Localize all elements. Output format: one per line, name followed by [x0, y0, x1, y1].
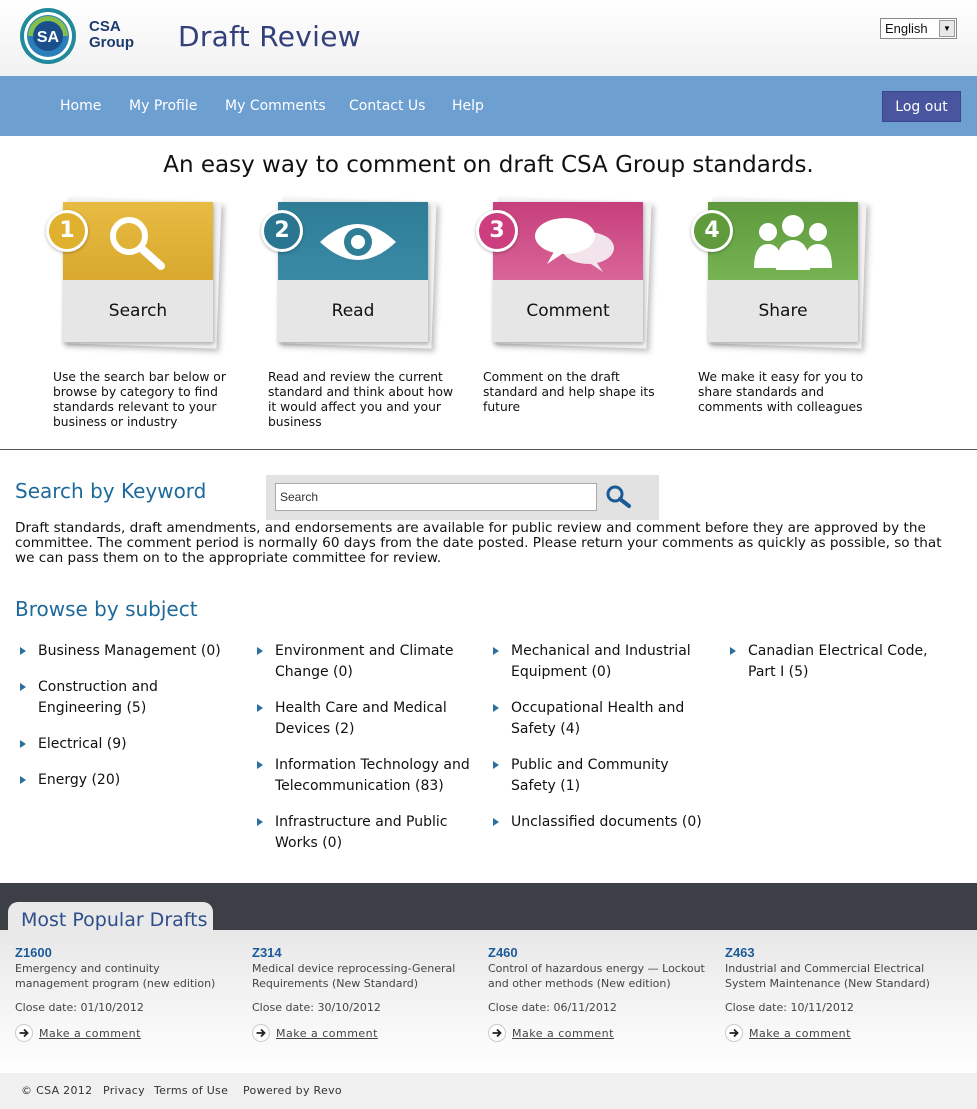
speech-bubbles-icon	[535, 218, 614, 272]
step-comment[interactable]: Comment 3 Comment on the draft standard …	[476, 197, 658, 438]
draft-code[interactable]: Z463	[725, 945, 945, 960]
draft-close-date: Close date: 30/10/2012	[252, 1001, 381, 1014]
step-read[interactable]: Read 2 Read and review the current stand…	[261, 197, 453, 438]
subject-link[interactable]: Unclassified documents (0)	[488, 812, 723, 833]
draft-item: Z1600 Emergency and continuity managemen…	[15, 945, 235, 1042]
footer-copyright: © CSA 2012	[21, 1084, 93, 1097]
search-icon	[606, 485, 631, 508]
nav-help[interactable]: Help	[452, 98, 484, 114]
make-comment-label[interactable]: Make a comment	[512, 1027, 614, 1040]
search-box: Search	[266, 475, 659, 520]
draft-close-date: Close date: 01/10/2012	[15, 1001, 144, 1014]
magnifier-icon	[110, 217, 165, 270]
footer-powered-by[interactable]: Powered by Revo	[243, 1084, 342, 1097]
draft-code[interactable]: Z1600	[15, 945, 235, 960]
subject-link[interactable]: Business Management (0)	[15, 641, 245, 662]
subject-link[interactable]: Canadian Electrical Code, Part I (5)	[725, 641, 940, 683]
draft-item: Z463 Industrial and Commercial Electrica…	[725, 945, 945, 1042]
main-nav: Home My Profile My Comments Contact Us H…	[0, 76, 977, 136]
draft-close-date: Close date: 10/11/2012	[725, 1001, 854, 1014]
subject-link[interactable]: Environment and Climate Change (0)	[252, 641, 467, 683]
subject-link[interactable]: Occupational Health and Safety (4)	[488, 698, 703, 740]
step-label: Read	[331, 301, 375, 321]
nav-my-profile[interactable]: My Profile	[129, 98, 197, 114]
step-card-top	[493, 202, 643, 280]
language-select[interactable]: English ▼	[880, 18, 957, 39]
subject-link[interactable]: Construction and Engineering (5)	[15, 677, 195, 719]
step-card-top	[708, 202, 858, 280]
nav-my-comments[interactable]: My Comments	[225, 98, 326, 114]
arrow-right-icon	[725, 1024, 743, 1042]
subject-link[interactable]: Public and Community Safety (1)	[488, 755, 703, 797]
draft-description: Emergency and continuity management prog…	[15, 962, 216, 990]
popular-heading: Most Popular Drafts	[21, 909, 208, 931]
draft-code[interactable]: Z460	[488, 945, 708, 960]
draft-description: Medical device reprocessing-General Requ…	[252, 962, 456, 990]
make-comment-link[interactable]: Make a comment	[488, 1024, 708, 1042]
make-comment-link[interactable]: Make a comment	[725, 1024, 945, 1042]
make-comment-label[interactable]: Make a comment	[276, 1027, 378, 1040]
step-card-top	[278, 202, 428, 280]
step-label: Share	[758, 301, 808, 321]
arrow-right-icon	[252, 1024, 270, 1042]
nav-contact-us[interactable]: Contact Us	[349, 98, 425, 114]
chevron-down-icon[interactable]: ▼	[939, 20, 955, 37]
step-description: Read and review the current standard and…	[268, 370, 454, 429]
arrow-right-icon	[15, 1024, 33, 1042]
logo-text-line2: Group	[89, 34, 134, 51]
draft-item: Z460 Control of hazardous energy — Locko…	[488, 945, 708, 1042]
step-number-badge: 2	[261, 210, 303, 252]
eye-icon	[320, 224, 396, 260]
draft-description: Industrial and Commercial Electrical Sys…	[725, 962, 930, 990]
search-description: Draft standards, draft amendments, and e…	[15, 520, 942, 566]
people-icon	[754, 215, 832, 270]
browse-heading: Browse by subject	[15, 597, 198, 621]
subject-link[interactable]: Energy (20)	[15, 770, 245, 791]
subject-link[interactable]: Information Technology and Telecommunica…	[252, 755, 487, 797]
logo-text-line1: CSA	[89, 18, 121, 35]
step-description: Use the search bar below or browse by ca…	[53, 370, 226, 429]
subject-link[interactable]: Infrastructure and Public Works (0)	[252, 812, 467, 854]
site-title: Draft Review	[178, 20, 361, 53]
make-comment-link[interactable]: Make a comment	[252, 1024, 472, 1042]
search-input[interactable]: Search	[275, 483, 597, 511]
footer: © CSA 2012 Privacy Terms of Use Powered …	[0, 1073, 977, 1109]
step-share[interactable]: Share 4 We make it easy for you to share…	[691, 197, 873, 438]
footer-privacy-link[interactable]: Privacy	[103, 1084, 145, 1097]
logout-button[interactable]: Log out	[882, 91, 961, 122]
search-button[interactable]	[604, 483, 634, 511]
subject-link[interactable]: Electrical (9)	[15, 734, 245, 755]
search-heading: Search by Keyword	[15, 479, 207, 503]
step-description: We make it easy for you to share standar…	[698, 370, 864, 414]
logo-text: CSA Group	[89, 19, 134, 51]
step-number-badge: 4	[691, 210, 733, 252]
draft-code[interactable]: Z314	[252, 945, 472, 960]
tagline: An easy way to comment on draft CSA Grou…	[163, 152, 814, 178]
svg-text:SA: SA	[37, 29, 60, 46]
language-select-value: English	[885, 21, 928, 36]
step-search[interactable]: Search 1 Use the search bar below or bro…	[46, 197, 228, 438]
step-label: Search	[108, 301, 168, 321]
step-card-top	[63, 202, 213, 280]
make-comment-label[interactable]: Make a comment	[39, 1027, 141, 1040]
draft-item: Z314 Medical device reprocessing-General…	[252, 945, 472, 1042]
draft-description: Control of hazardous energy — Lockout an…	[488, 962, 705, 990]
step-number-badge: 1	[46, 210, 88, 252]
draft-close-date: Close date: 06/11/2012	[488, 1001, 617, 1014]
step-description: Comment on the draft standard and help s…	[483, 370, 655, 414]
subject-link[interactable]: Health Care and Medical Devices (2)	[252, 698, 467, 740]
header: SA CSA Group Draft Review English ▼	[0, 0, 977, 76]
footer-terms-link[interactable]: Terms of Use	[154, 1084, 228, 1097]
step-number-badge: 3	[476, 210, 518, 252]
step-label: Comment	[526, 301, 610, 321]
section-divider	[0, 449, 977, 450]
csa-logo-icon: SA	[20, 8, 76, 64]
make-comment-label[interactable]: Make a comment	[749, 1027, 851, 1040]
arrow-right-icon	[488, 1024, 506, 1042]
subject-link[interactable]: Mechanical and Industrial Equipment (0)	[488, 641, 703, 683]
csa-logo[interactable]: SA CSA Group	[14, 6, 134, 66]
nav-home[interactable]: Home	[60, 98, 101, 114]
make-comment-link[interactable]: Make a comment	[15, 1024, 235, 1042]
